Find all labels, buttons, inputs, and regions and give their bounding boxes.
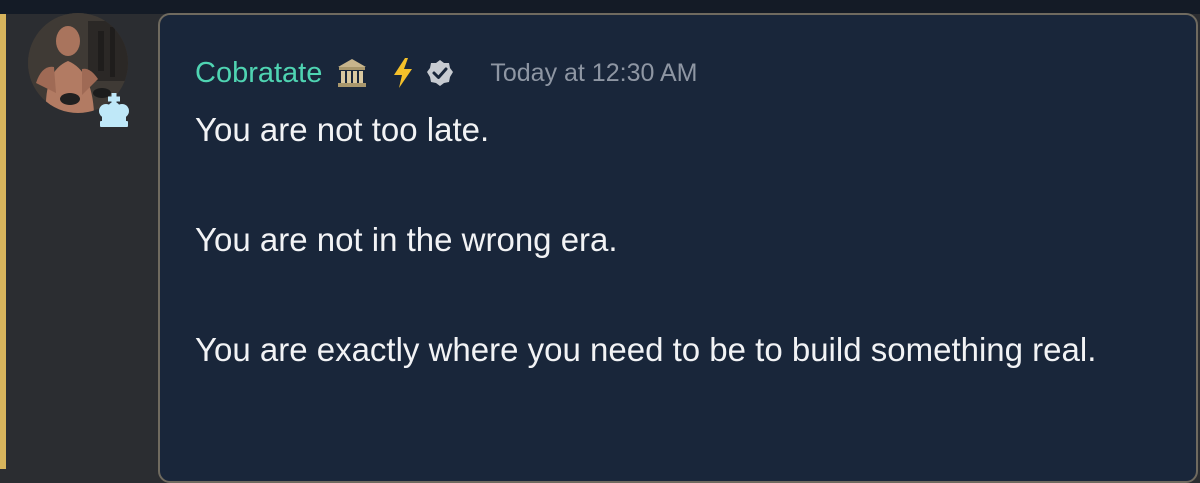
author-name[interactable]: Cobratate	[195, 55, 322, 91]
message-paragraph: You are exactly where you need to be to …	[195, 331, 1097, 368]
message-timestamp[interactable]: Today at 12:30 AM	[490, 55, 697, 91]
new-message-accent-bar	[0, 14, 6, 469]
verified-check-icon[interactable]	[426, 59, 454, 87]
bank-building-icon[interactable]	[336, 57, 368, 89]
top-strip	[0, 0, 1200, 14]
message-paragraph: You are not in the wrong era.	[195, 221, 618, 258]
message-header: Cobratate Today at 12:30 AM	[195, 55, 697, 91]
message-paragraph: You are not too late.	[195, 111, 490, 148]
author-avatar[interactable]	[28, 13, 129, 127]
message-card[interactable]: Cobratate Today at 12:30 AM You are not …	[158, 13, 1198, 483]
lightning-bolt-icon[interactable]	[392, 57, 414, 89]
chess-king-icon	[94, 91, 134, 131]
message-content: You are not too late. You are not in the…	[195, 111, 1175, 369]
